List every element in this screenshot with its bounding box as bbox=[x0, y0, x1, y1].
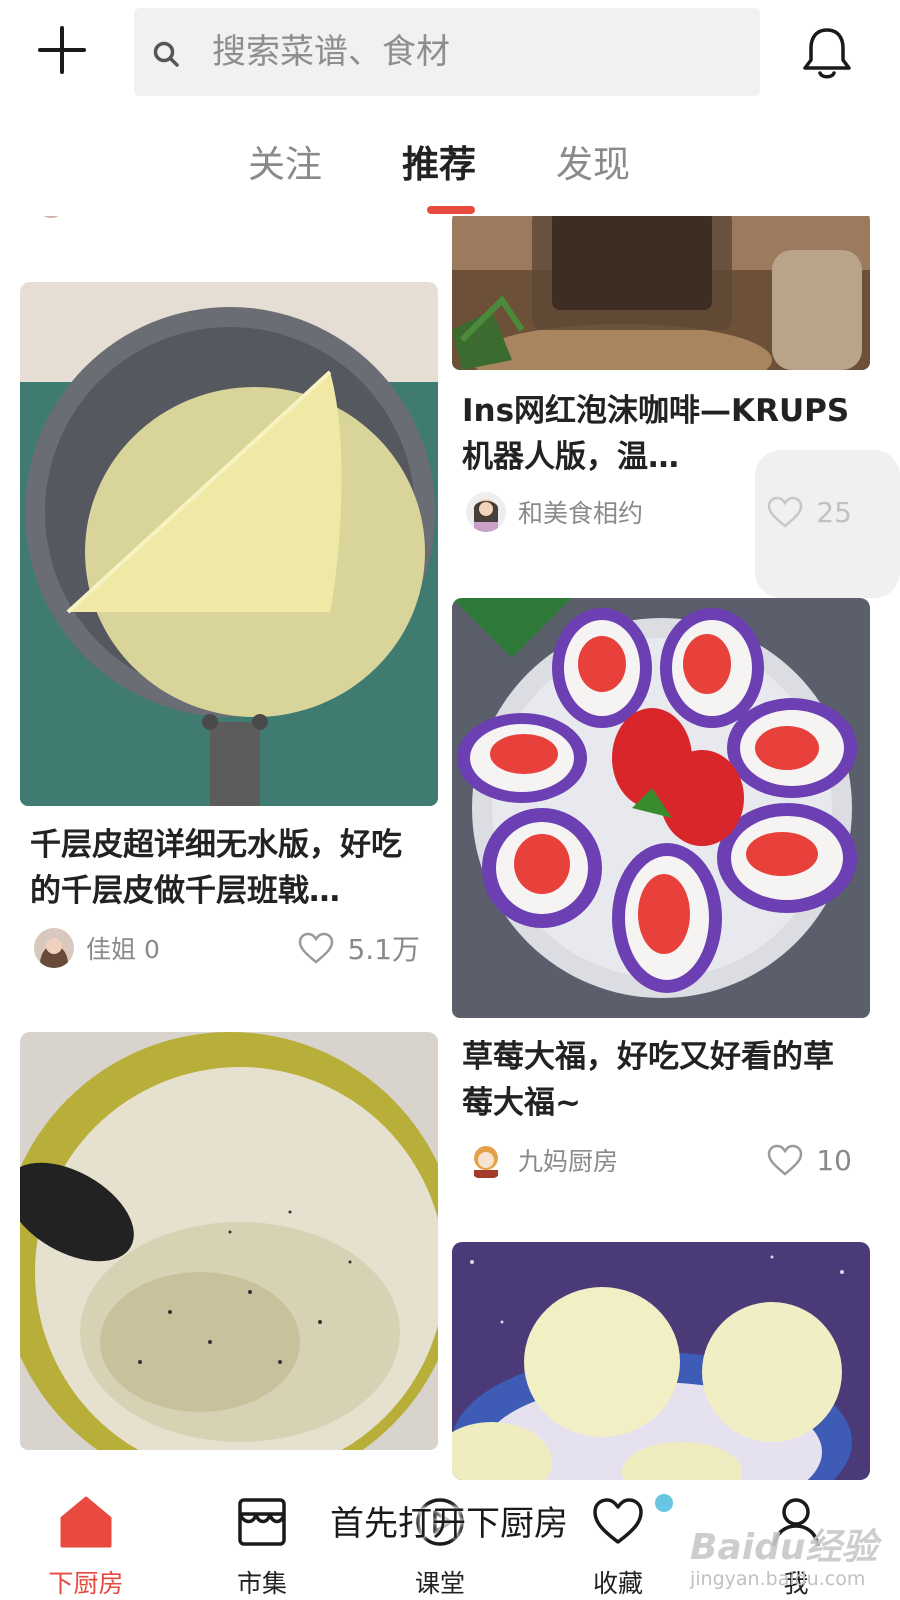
card-remnant bbox=[30, 216, 410, 222]
recipe-image[interactable] bbox=[20, 282, 438, 806]
floating-overlay bbox=[755, 450, 900, 598]
tab-recommend[interactable]: 推荐 bbox=[402, 134, 476, 188]
video-subtitle: 首先打开下厨房 bbox=[330, 1504, 568, 1544]
nav-classroom-label: 课堂 bbox=[414, 1569, 465, 1598]
nav-home-label: 下厨房 bbox=[48, 1569, 124, 1598]
search-icon bbox=[153, 41, 179, 67]
recipe-feed[interactable]: Ins网红泡沫咖啡—KRUPS机器人版，温… 和美食相约 25 bbox=[0, 216, 900, 1480]
like-count: 10 bbox=[816, 1143, 852, 1177]
search-input[interactable] bbox=[212, 8, 732, 96]
author-info[interactable]: 九妈厨房 bbox=[466, 1138, 618, 1182]
watermark: Baidu经验 jingyan.baidu.com bbox=[690, 1518, 900, 1590]
nav-market[interactable]: 市集 bbox=[202, 1494, 322, 1600]
like-count: 5.1万 bbox=[347, 933, 420, 966]
author-avatar[interactable] bbox=[466, 492, 506, 532]
recipe-card[interactable]: 草莓大福，好吃又好看的草莓大福~ 九妈厨房 10 bbox=[452, 598, 870, 1218]
recipe-title[interactable]: 千层皮超详细无水版，好吃的千层皮做千层班戟… bbox=[30, 822, 430, 914]
recipe-card[interactable] bbox=[452, 1242, 870, 1480]
tab-follow[interactable]: 关注 bbox=[248, 134, 322, 188]
recipe-card[interactable]: 千层皮超详细无水版，好吃的千层皮做千层班戟… 佳姐 0 5.1万 bbox=[20, 282, 438, 992]
recipe-title[interactable]: 草莓大福，好吃又好看的草莓大福~ bbox=[462, 1034, 862, 1126]
home-icon bbox=[60, 1496, 112, 1548]
nav-favorites-label: 收藏 bbox=[592, 1569, 643, 1598]
recipe-image[interactable] bbox=[20, 1032, 438, 1450]
top-bar bbox=[0, 0, 900, 110]
author-name[interactable]: 九妈厨房 bbox=[518, 1142, 618, 1178]
add-button[interactable] bbox=[36, 24, 88, 76]
watermark-url: jingyan.baidu.com bbox=[690, 1568, 866, 1590]
recipe-card[interactable] bbox=[20, 1032, 438, 1480]
heart-icon bbox=[593, 1498, 643, 1544]
active-tab-indicator bbox=[427, 206, 475, 214]
recipe-image[interactable] bbox=[452, 598, 870, 1018]
like-button[interactable]: 10 bbox=[766, 1138, 852, 1182]
heart-icon bbox=[299, 932, 334, 964]
author-info[interactable]: 佳姐 0 bbox=[34, 926, 160, 970]
nav-home[interactable]: 下厨房 bbox=[26, 1494, 146, 1600]
nav-market-label: 市集 bbox=[236, 1569, 287, 1598]
author-name[interactable]: 佳姐 0 bbox=[86, 930, 160, 966]
author-name[interactable]: 和美食相约 bbox=[518, 494, 643, 530]
search-bar[interactable] bbox=[134, 8, 760, 96]
author-info[interactable]: 和美食相约 bbox=[466, 490, 643, 534]
like-button[interactable]: 5.1万 bbox=[297, 926, 420, 970]
shop-icon bbox=[238, 1498, 286, 1546]
watermark-title: Baidu经验 bbox=[690, 1527, 878, 1568]
recipe-image[interactable] bbox=[452, 1242, 870, 1480]
notification-bell-icon[interactable] bbox=[800, 24, 854, 82]
feed-tabs: 关注 推荐 发现 bbox=[0, 120, 900, 216]
notification-dot bbox=[655, 1494, 673, 1512]
author-avatar[interactable] bbox=[34, 928, 74, 968]
tab-discover[interactable]: 发现 bbox=[556, 134, 630, 188]
author-avatar[interactable] bbox=[466, 1140, 506, 1180]
heart-icon bbox=[768, 1144, 803, 1176]
recipe-image[interactable] bbox=[452, 216, 870, 370]
